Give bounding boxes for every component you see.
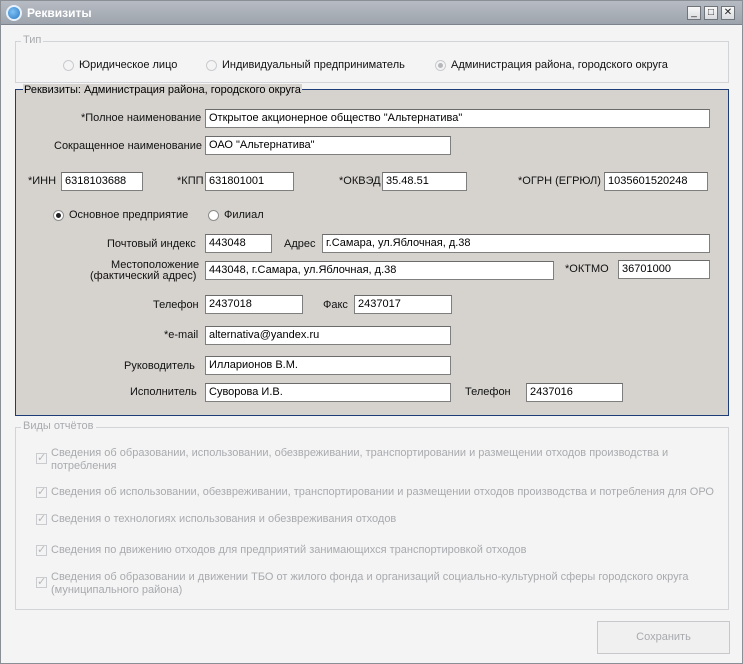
report-checkbox-4[interactable] xyxy=(36,543,47,556)
kpp-input[interactable]: 631801001 xyxy=(205,172,294,191)
full-name-input[interactable]: Открытое акционерное общество "Альтернат… xyxy=(205,109,710,128)
report-checkbox-5[interactable] xyxy=(36,575,47,588)
oktmo-label: *ОКТМО xyxy=(565,263,609,275)
report-label-1: Сведения об образовании, использовании, … xyxy=(51,447,668,473)
report-checkbox-2[interactable] xyxy=(36,485,47,498)
email-input[interactable]: alternativa@yandex.ru xyxy=(205,326,451,345)
type-group-legend: Тип xyxy=(21,34,44,46)
report-checkbox-3[interactable] xyxy=(36,512,47,525)
full-name-label: *Полное наименование xyxy=(81,112,202,124)
app-icon xyxy=(6,5,22,21)
report-label-4: Сведения по движению отходов для предпри… xyxy=(51,544,527,556)
main-enterprise-radio[interactable] xyxy=(53,210,64,221)
reports-group-legend: Виды отчётов xyxy=(21,420,96,432)
report-label-5: Сведения об образовании и движении ТБО о… xyxy=(51,571,689,597)
save-button[interactable]: Сохранить xyxy=(597,621,730,654)
type-administration-radio[interactable] xyxy=(435,60,446,71)
executor-label: Исполнитель xyxy=(130,386,197,398)
window-title: Реквизиты xyxy=(27,6,92,20)
report-label-1-line1: Сведения об образовании, использовании, … xyxy=(51,447,669,459)
head-label: Руководитель xyxy=(124,360,195,372)
type-legal-entity-radio[interactable] xyxy=(63,60,74,71)
kpp-label: *КПП xyxy=(177,175,204,187)
maximize-button[interactable]: □ xyxy=(704,6,718,20)
type-individual-label: Индивидуальный предприниматель xyxy=(222,59,405,71)
head-input[interactable]: Илларионов В.М. xyxy=(205,356,451,375)
postal-index-input[interactable]: 443048 xyxy=(205,234,272,253)
location-input[interactable]: 443048, г.Самара, ул.Яблочная, д.38 xyxy=(205,261,554,280)
oktmo-input[interactable]: 36701000 xyxy=(618,260,710,279)
address-label: Адрес xyxy=(284,238,316,250)
postal-index-label: Почтовый индекс xyxy=(107,238,196,250)
report-label-2: Сведения об использовании, обезвреживани… xyxy=(51,486,714,498)
fax-input[interactable]: 2437017 xyxy=(354,295,452,314)
okved-label: *ОКВЭД xyxy=(339,175,381,187)
address-input[interactable]: г.Самара, ул.Яблочная, д.38 xyxy=(322,234,710,253)
okved-input[interactable]: 35.48.51 xyxy=(382,172,467,191)
minimize-button[interactable]: _ xyxy=(687,6,701,20)
requisites-window: Реквизиты _ □ ✕ Тип Юридическое лицо Инд… xyxy=(0,0,743,664)
executor-input[interactable]: Суворова И.В. xyxy=(205,383,451,402)
phone-input[interactable]: 2437018 xyxy=(205,295,303,314)
requisites-legend: Реквизиты: Администрация района, городск… xyxy=(23,84,302,96)
report-label-3: Сведения о технологиях использования и о… xyxy=(51,513,397,525)
location-label-line2: (фактический адрес) xyxy=(90,270,197,282)
close-button[interactable]: ✕ xyxy=(721,6,735,20)
branch-label: Филиал xyxy=(224,209,264,221)
ogrn-input[interactable]: 1035601520248 xyxy=(604,172,708,191)
fax-label: Факс xyxy=(323,299,348,311)
report-checkbox-1[interactable] xyxy=(36,451,47,464)
report-label-5-line2: (муниципального района) xyxy=(51,584,183,596)
type-administration-label: Администрация района, городского округа xyxy=(451,59,668,71)
type-individual-radio[interactable] xyxy=(206,60,217,71)
inn-label: *ИНН xyxy=(28,175,57,187)
executor-phone-input[interactable]: 2437016 xyxy=(526,383,623,402)
report-label-5-line1: Сведения об образовании и движении ТБО о… xyxy=(51,571,689,583)
short-name-input[interactable]: ОАО "Альтернатива" xyxy=(205,136,451,155)
title-bar[interactable]: Реквизиты _ □ ✕ xyxy=(1,1,742,25)
executor-phone-label: Телефон xyxy=(465,386,511,398)
branch-radio[interactable] xyxy=(208,210,219,221)
ogrn-label: *ОГРН (ЕГРЮЛ) xyxy=(518,175,601,187)
short-name-label: Сокращенное наименование xyxy=(54,140,202,152)
phone-label: Телефон xyxy=(153,299,199,311)
type-legal-entity-label: Юридическое лицо xyxy=(79,59,178,71)
email-label: *e-mail xyxy=(164,329,199,341)
main-enterprise-label: Основное предприятие xyxy=(69,209,189,221)
inn-input[interactable]: 6318103688 xyxy=(61,172,143,191)
report-label-1-line2: потребления xyxy=(51,460,117,472)
